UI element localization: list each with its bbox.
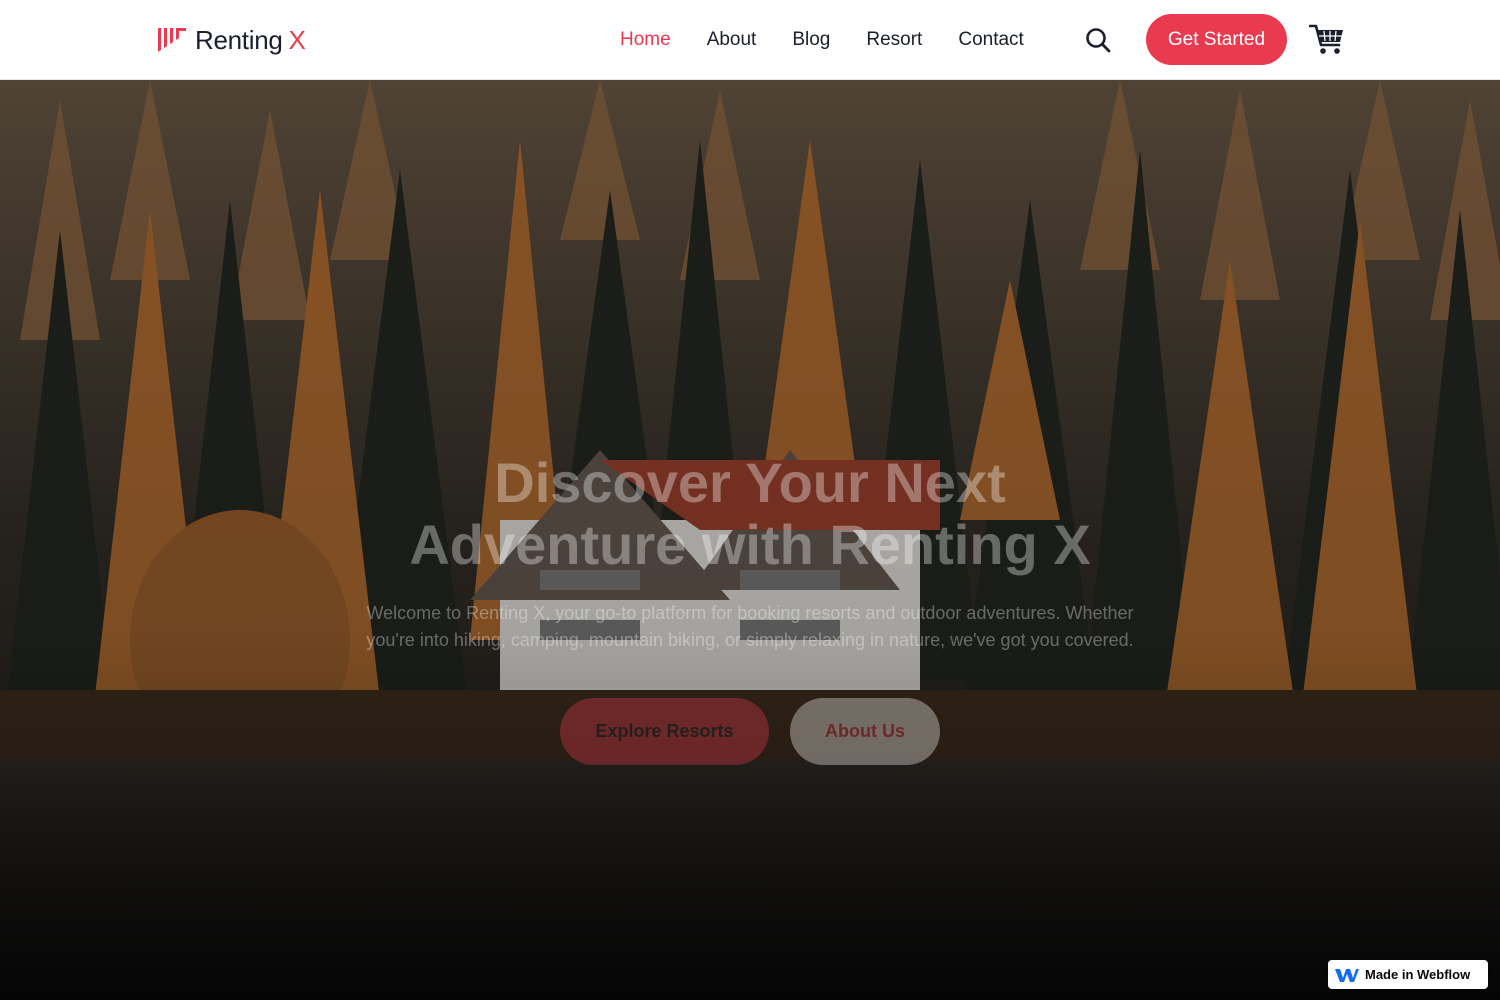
hero-actions: Explore Resorts About Us [0,698,1500,765]
get-started-button[interactable]: Get Started [1146,14,1287,65]
webflow-logo-icon [1335,968,1359,982]
brand-mark-icon [158,28,186,52]
brand-name: Renting [195,24,283,55]
nav-link-home[interactable]: Home [602,0,689,80]
search-icon[interactable] [1084,26,1112,54]
brand-logo-link[interactable]: Renting X [157,24,306,56]
hero-description: Welcome to Renting X, your go-to platfor… [366,603,1134,650]
hero-title-line2: Adventure with Renting X [409,513,1091,576]
hero-content: Discover Your Next Adventure with Rentin… [0,452,1500,765]
made-in-webflow-badge[interactable]: Made in Webflow [1328,960,1488,989]
hero-title-line1: Discover Your Next [494,451,1006,514]
hero-title: Discover Your Next Adventure with Rentin… [300,452,1200,576]
explore-resorts-button[interactable]: Explore Resorts [560,698,769,765]
brand-accent: X [288,24,306,55]
navbar: Renting X Home About Blog Resort Contact… [0,0,1500,80]
nav-link-blog[interactable]: Blog [774,0,848,80]
nav-link-resort[interactable]: Resort [848,0,940,80]
nav-link-contact[interactable]: Contact [940,0,1041,80]
webflow-badge-label: Made in Webflow [1365,967,1471,982]
nav-link-about[interactable]: About [689,0,775,80]
hero-section: Discover Your Next Adventure with Rentin… [0,80,1500,1000]
cart-icon[interactable] [1309,22,1345,56]
main-nav: Home About Blog Resort Contact [602,0,1042,80]
about-us-button[interactable]: About Us [790,698,940,765]
